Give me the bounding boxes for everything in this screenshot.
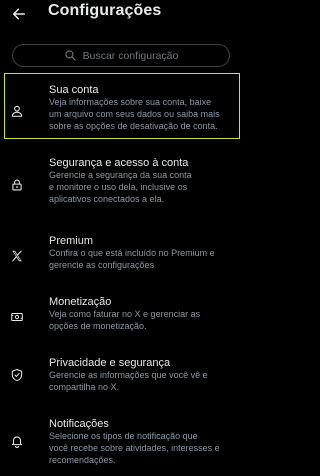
settings-item-description: Gerencie a segurança da sua conta e moni…: [49, 170, 239, 205]
description-line: Veja informações sobre sua conta, baixe: [49, 97, 212, 107]
page-title: Configurações: [48, 2, 162, 19]
description-line: opções de monetização.: [49, 320, 147, 331]
settings-item-description: Veja como faturar no X e gerenciar as op…: [49, 309, 239, 333]
description-line: Confira o que está incluído no Premium e: [49, 248, 215, 258]
description-line: gerencie as configurações: [49, 259, 155, 270]
settings-item-title: Sua conta: [49, 84, 99, 96]
user-icon: [10, 104, 24, 118]
shield-icon: [10, 368, 24, 382]
settings-item-privacidade[interactable]: Privacidade e segurança Gerencie as info…: [0, 357, 244, 403]
top-bar: Configurações: [0, 0, 244, 30]
money-icon: [10, 310, 24, 324]
description-line: sobre as opções de desativação de conta.: [49, 120, 218, 131]
settings-item-seguranca[interactable]: Segurança e acesso à conta Gerencie a se…: [0, 157, 244, 213]
description-line: Selecione os tipos de notificação que: [49, 431, 198, 441]
search-input[interactable]: Buscar configuração: [12, 44, 230, 67]
settings-item-title: Monetização: [49, 296, 112, 308]
arrow-left-icon: [12, 8, 26, 20]
settings-item-description: Gerencie as informações que você vê e co…: [49, 370, 239, 394]
settings-item-title: Notificações: [49, 418, 109, 430]
settings-item-description: Confira o que está incluído no Premium e…: [49, 248, 239, 272]
description-line: um arquivo com seus dados ou saiba mais: [49, 108, 220, 119]
bell-icon: [10, 434, 24, 448]
search-icon: [64, 49, 77, 62]
description-line: e monitore o uso dela, inclusive os: [49, 181, 188, 192]
lock-icon: [10, 178, 24, 192]
settings-item-notificacoes[interactable]: Notificações Selecione os tipos de notif…: [0, 418, 244, 474]
settings-item-title: Privacidade e segurança: [49, 357, 171, 369]
description-line: recomendações.: [49, 454, 116, 465]
settings-item-sua-conta[interactable]: Sua conta Veja informações sobre sua con…: [0, 73, 244, 143]
settings-item-monetizacao[interactable]: Monetização Veja como faturar no X e ger…: [0, 296, 244, 342]
settings-item-title: Premium: [49, 235, 94, 247]
description-line: Veja como faturar no X e gerenciar as: [49, 309, 201, 319]
description-line: aplicativos conectados a ela.: [49, 193, 165, 204]
settings-item-description: Selecione os tipos de notificação que vo…: [49, 431, 239, 466]
settings-item-description: Veja informações sobre sua conta, baixe …: [49, 97, 239, 132]
x-logo-icon: [10, 249, 24, 263]
description-line: compartilha no X.: [49, 381, 120, 392]
search-placeholder: Buscar configuração: [82, 49, 179, 62]
back-button[interactable]: [8, 3, 30, 25]
description-line: você recebe sobre atividades, interesses…: [49, 442, 220, 453]
description-line: Gerencie as informações que você vê e: [49, 370, 208, 380]
settings-item-title: Segurança e acesso à conta: [49, 157, 189, 169]
settings-item-premium[interactable]: Premium Confira o que está incluído no P…: [0, 235, 244, 281]
description-line: Gerencie a segurança da sua conta: [49, 170, 192, 180]
